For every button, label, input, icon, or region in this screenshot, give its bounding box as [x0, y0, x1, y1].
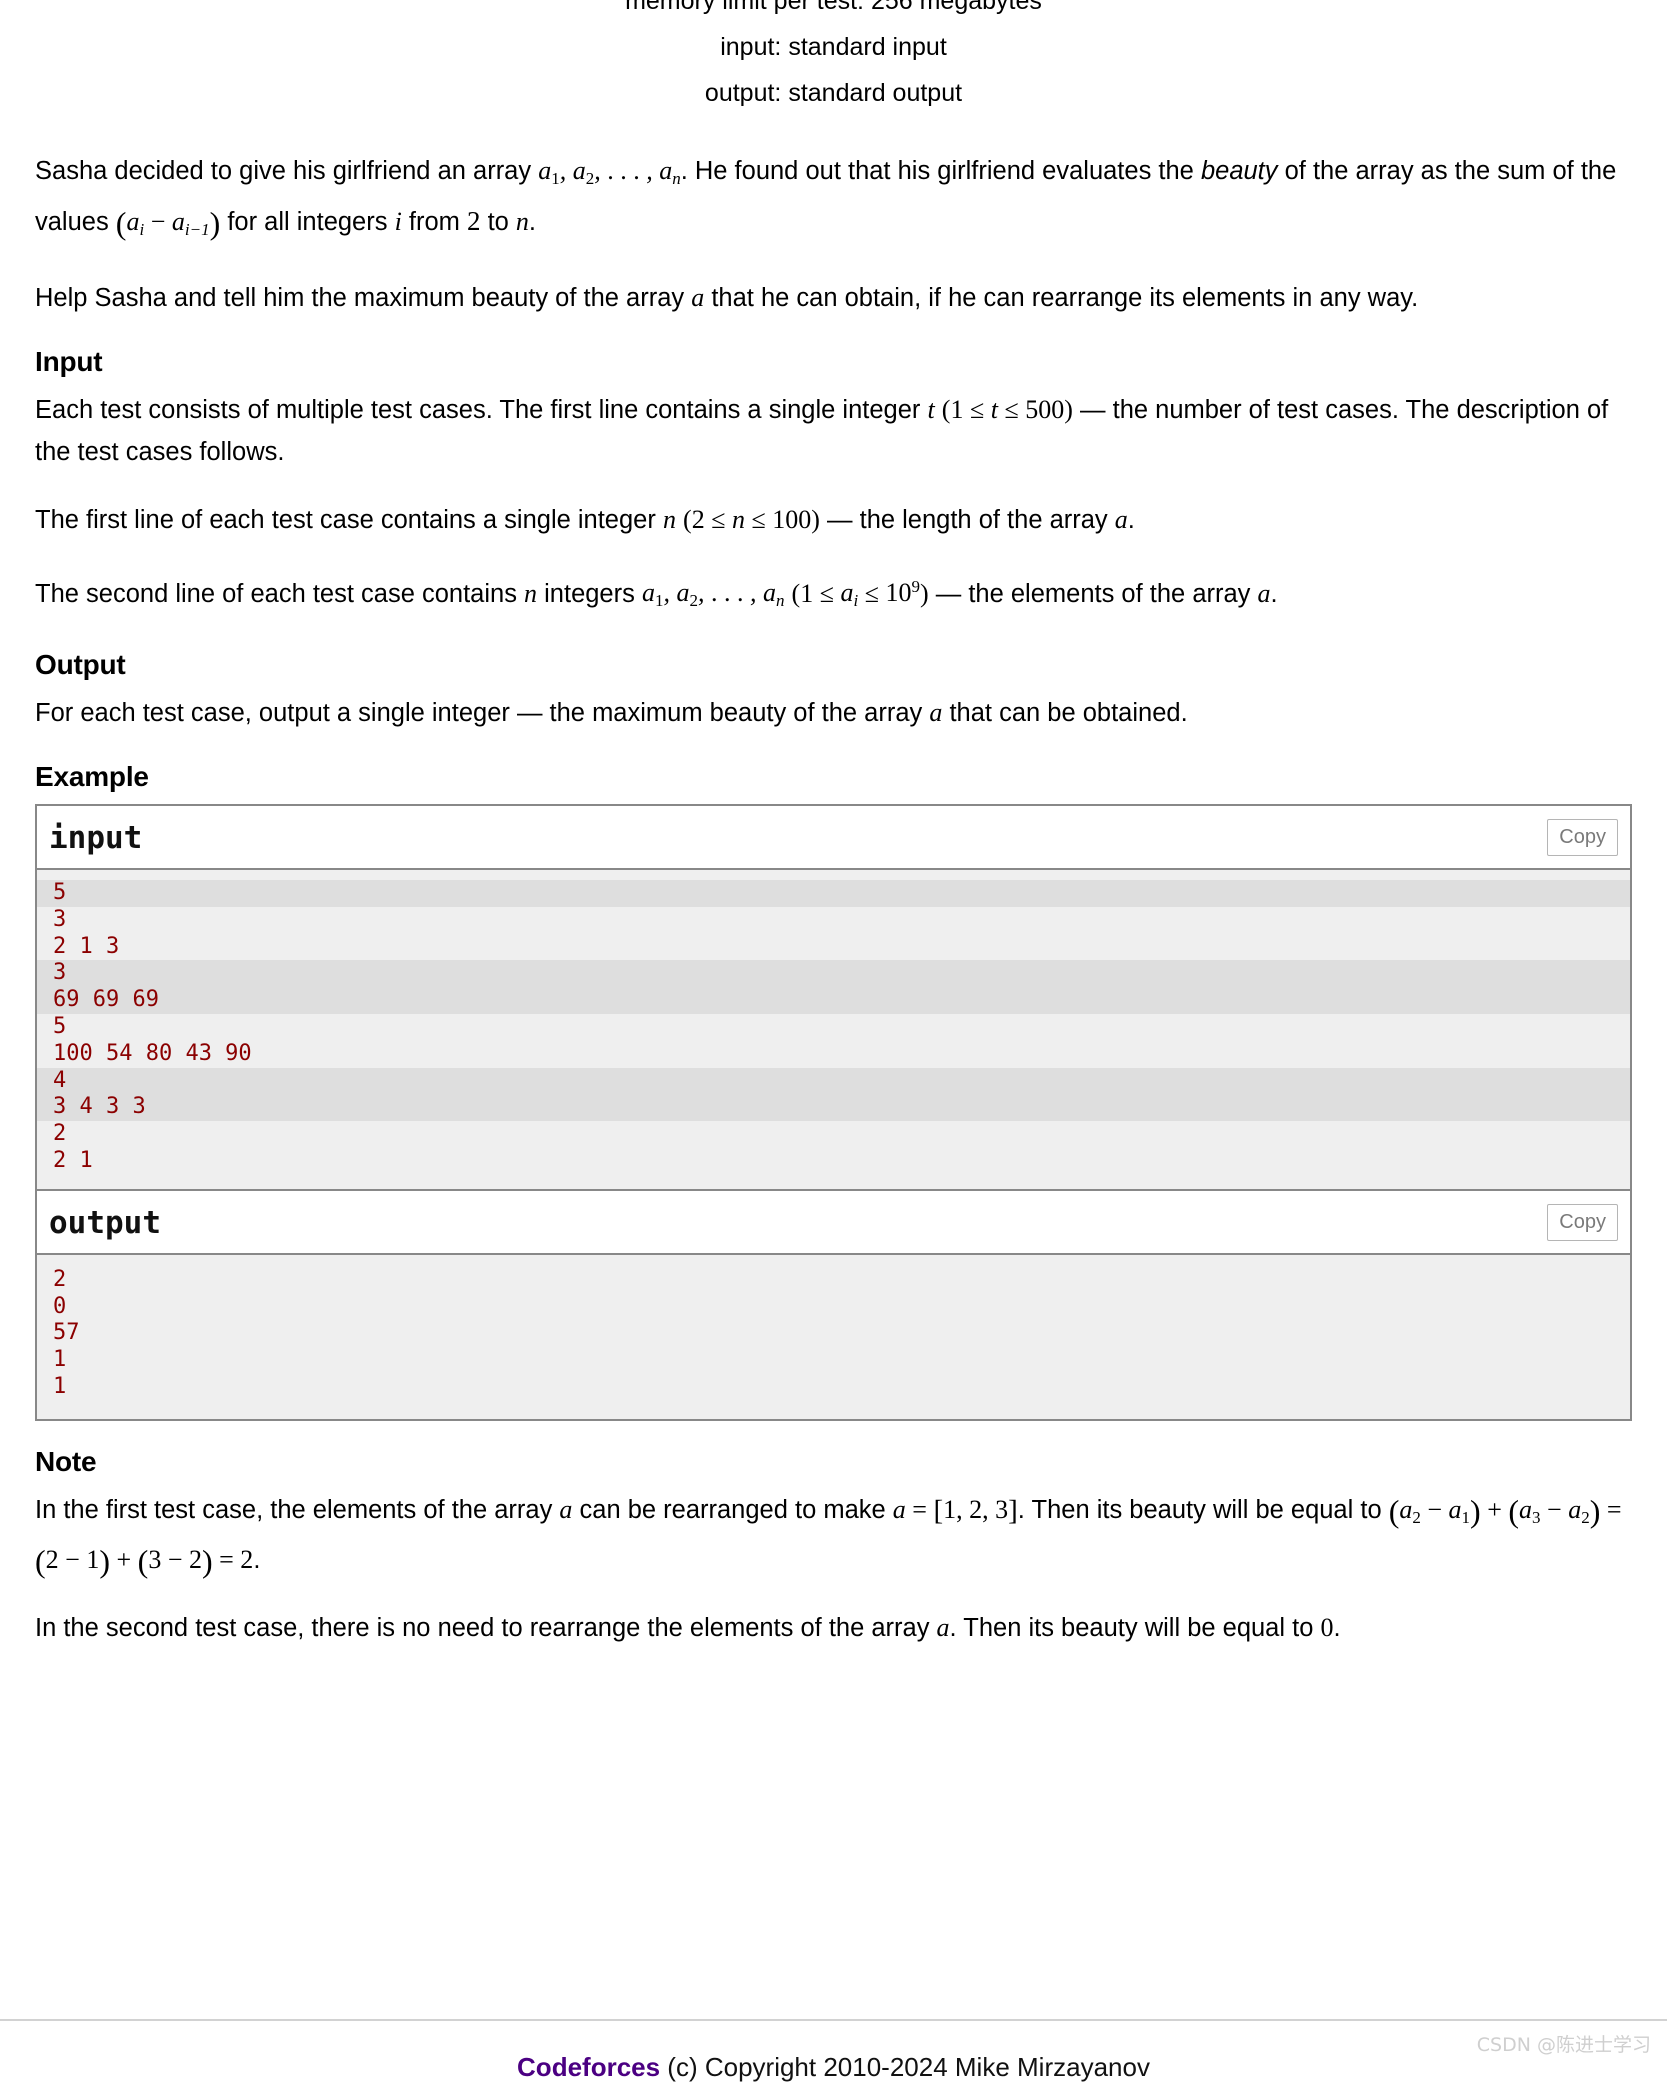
footer-divider: [0, 2019, 1667, 2021]
sample-input-line: 100 54 80 43 90: [53, 1040, 252, 1066]
math-ai-range: (1 ≤ ai ≤ 109): [791, 577, 929, 611]
math-t-range: (1 ≤ t ≤ 500): [941, 394, 1073, 424]
problem-limits: memory limit per test: 256 megabytes inp…: [35, 0, 1632, 116]
note-section-title: Note: [35, 1445, 97, 1477]
math-n: n: [515, 206, 529, 236]
input-section-title: Input: [35, 345, 103, 377]
sample-output-content[interactable]: 2 0 57 1 1: [37, 1254, 1630, 1419]
statement-p1-part-f: to: [480, 207, 516, 236]
sample-input-header: input Copy: [37, 806, 1630, 871]
sample-input-line: 2 1: [53, 1148, 93, 1174]
sample-input-group: 3 69 69 69: [37, 960, 1630, 1015]
sample-input-line: 3: [53, 906, 67, 932]
input-p1-part-a: Each test consists of multiple test case…: [35, 395, 928, 424]
statement-paragraph-1: Sasha decided to give his girlfriend an …: [35, 150, 1632, 251]
input-mode-line: input: standard input: [720, 33, 947, 61]
copy-output-button[interactable]: Copy: [1547, 1203, 1618, 1241]
math-n-range: (2 ≤ n ≤ 100): [683, 504, 820, 534]
sample-output-label: output: [49, 1204, 161, 1241]
sample-output-line: 57: [53, 1320, 80, 1346]
problem-statement-page: memory limit per test: 256 megabytes inp…: [0, 0, 1667, 1675]
statement-p1-part-b: . He found out that his girlfriend evalu…: [680, 157, 1201, 185]
sample-output-box: output Copy 2 0 57 1 1: [35, 1188, 1632, 1421]
sample-input-line: 2 1 3: [53, 933, 120, 959]
math-a-var-6: a: [936, 1612, 950, 1642]
input-paragraph-1: Each test consists of multiple test case…: [35, 389, 1632, 473]
math-a-var-5: a: [559, 1494, 573, 1524]
note-p1-part-d: .: [253, 1545, 261, 1574]
sample-input-box: input Copy 532 1 3 3 69 69 69 5 100 54 80 43…: [35, 804, 1632, 1189]
output-mode-line: output: standard output: [704, 79, 963, 107]
math-array-list: a1, a2, . . . , an: [641, 578, 785, 611]
note-p1-part-c: . Then its beauty will be equal to: [1017, 1495, 1389, 1524]
input-p3-part-a: The second line of each test case contai…: [35, 579, 525, 608]
math-i: i: [394, 206, 402, 236]
statement-p1-part-a: Sasha decided to give his girlfriend an …: [35, 157, 539, 185]
statement-p1-part-g: .: [528, 207, 537, 236]
input-p3-part-c: — the elements of the array: [928, 579, 1258, 608]
input-p2-part-a: The first line of each test case contain…: [35, 505, 663, 534]
sample-input-content[interactable]: 532 1 3 3 69 69 69 5 100 54 80 43 90 4 3 4 3 3…: [37, 870, 1630, 1189]
statement-p1-part-d: for all integers: [220, 207, 395, 236]
sample-input-line: 3 4 3 3: [53, 1094, 146, 1120]
math-n-2: n: [662, 504, 676, 534]
note-p2-part-a: In the second test case, there is no nee…: [35, 1613, 937, 1642]
note-p2-part-c: .: [1333, 1613, 1341, 1642]
sample-input-group: 5: [37, 880, 1630, 907]
sample-input-label: input: [49, 820, 143, 857]
sample-input-line: 3: [53, 960, 67, 986]
math-difference-expression: (ai − ai−1): [115, 204, 221, 241]
math-zero: 0: [1320, 1612, 1334, 1642]
memory-limit-line: memory limit per test: 256 megabytes: [625, 0, 1042, 15]
sample-input-line: 5: [53, 1014, 67, 1040]
example-section-title: Example: [35, 761, 149, 793]
input-p2-part-b: — the length of the array: [819, 505, 1115, 534]
sample-tests: input Copy 532 1 3 3 69 69 69 5 100 54 80 43…: [35, 804, 1632, 1421]
math-a-var-2: a: [1114, 504, 1128, 534]
codeforces-link[interactable]: Codeforces: [517, 2052, 660, 2082]
input-p2-part-c: .: [1127, 505, 1135, 534]
sample-input-group: 22 1: [37, 1121, 1630, 1175]
output-paragraph-1: For each test case, output a single inte…: [35, 692, 1632, 734]
input-p3-part-d: .: [1270, 579, 1278, 608]
sample-input-line: 69 69 69: [53, 987, 159, 1013]
note-paragraph-1: In the first test case, the elements of …: [35, 1489, 1632, 1581]
math-a-var-3: a: [1257, 578, 1271, 608]
sample-input-line: 4: [53, 1067, 67, 1093]
input-p3-part-b: integers: [537, 579, 642, 608]
note-paragraph-2: In the second test case, there is no nee…: [35, 1607, 1632, 1649]
sample-input-line: 5: [53, 880, 67, 906]
sample-input-group: 5 100 54 80 43 90: [37, 1014, 1630, 1068]
footer-copyright: (c) Copyright 2010-2024 Mike Mirzayanov: [660, 2052, 1150, 2082]
sample-input-group: 32 1 3: [37, 906, 1630, 961]
sample-output-line: 0: [53, 1293, 67, 1319]
sample-output-line: 1: [53, 1347, 67, 1373]
statement-p1-part-e: from: [401, 207, 467, 236]
math-two: 2: [466, 205, 481, 236]
math-a-var: a: [691, 282, 705, 312]
sample-input-line: 2: [53, 1121, 67, 1147]
statement-paragraph-2: Help Sasha and tell him the maximum beau…: [35, 282, 1419, 312]
input-paragraph-3: The second line of each test case contai…: [35, 567, 1632, 623]
sample-output-line: 2: [53, 1266, 67, 1292]
input-paragraph-2: The first line of each test case contain…: [35, 499, 1632, 541]
math-a-equals-array: a = [1, 2, 3]: [892, 1494, 1018, 1527]
csdn-watermark: CSDN @陈进士学习: [1476, 2034, 1651, 2056]
sample-output-header: output Copy: [37, 1190, 1630, 1255]
math-a-var-4: a: [929, 698, 943, 728]
math-t: t: [927, 394, 935, 424]
output-p1-part-a: For each test case, output a single inte…: [35, 699, 930, 728]
note-p1-part-a: In the first test case, the elements of …: [35, 1495, 560, 1524]
output-section-title: Output: [35, 649, 126, 681]
footer: Codeforces (c) Copyright 2010-2024 Mike …: [0, 2052, 1667, 2083]
math-n-3: n: [524, 578, 538, 608]
math-array-elements: a1, a2, . . . , an: [538, 156, 681, 188]
note-p2-part-b: . Then its beauty will be equal to: [949, 1613, 1321, 1642]
sample-output-line: 1: [53, 1374, 67, 1400]
copy-input-button[interactable]: Copy: [1547, 819, 1618, 857]
statement-p1-emphasis: beauty: [1200, 157, 1278, 185]
sample-input-group: 43 4 3 3: [37, 1067, 1630, 1122]
output-p1-part-b: that can be obtained.: [942, 699, 1188, 728]
note-p1-part-b: can be rearranged to make: [572, 1495, 893, 1524]
